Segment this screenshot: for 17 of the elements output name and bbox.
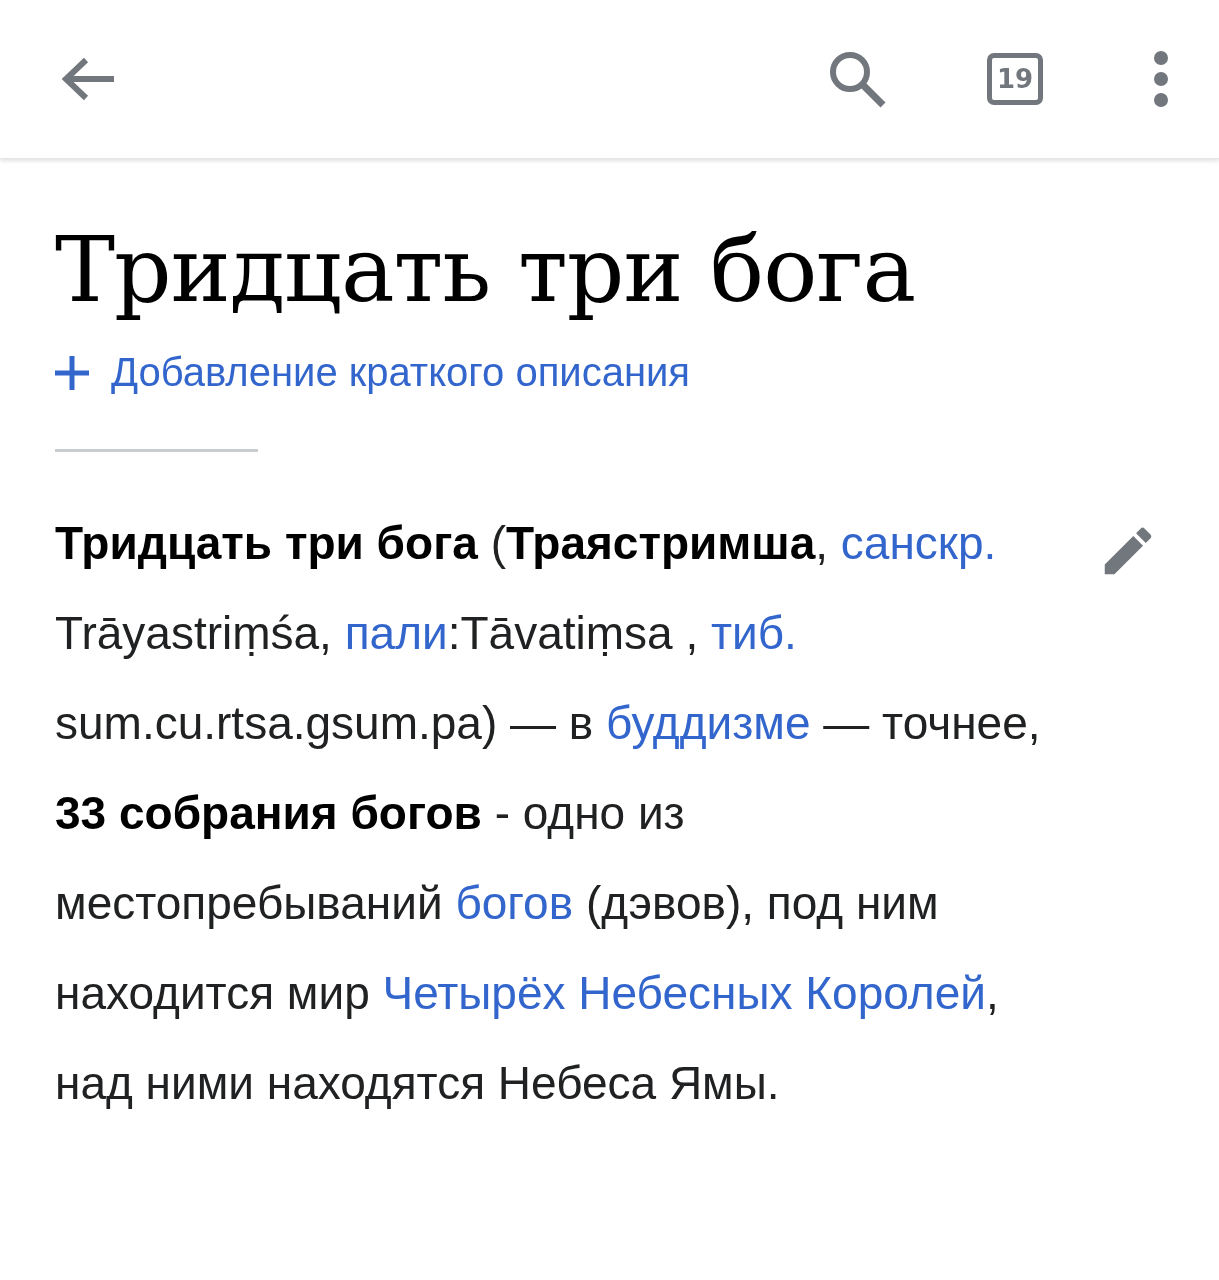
article-link[interactable]: тиб. (711, 607, 797, 659)
article-link[interactable]: богов (455, 877, 574, 929)
article-link[interactable]: санскр. (840, 517, 997, 569)
add-description-link[interactable]: Добавление краткого описания (55, 350, 691, 395)
article-title: Тридцать три бога (55, 217, 917, 322)
back-arrow-icon (60, 56, 116, 102)
search-button[interactable] (827, 49, 887, 109)
more-menu-button[interactable] (1153, 51, 1169, 107)
article-link[interactable]: пали (344, 607, 448, 659)
plus-icon (55, 355, 89, 390)
back-button[interactable] (60, 56, 116, 102)
more-vertical-icon (1153, 51, 1169, 107)
article-link[interactable]: буддизме (606, 697, 811, 749)
tabs-count-button[interactable]: 19 (987, 53, 1043, 105)
article-link[interactable]: Четырёх Небесных Королей (382, 967, 986, 1019)
article-paragraph: Тридцать три бога (Траястримша, санскр. Trāyastriṃśa, пали:Tāvatiṃsa , тиб. sum.cu.rtsa.gsum.pa) — в буддизме — точнее, 33 собрания богов - одно из местопребываний богов (дэвов), под ним находится мир Четырёх Небесных Королей, над ними находятся Небеса Ямы. (55, 516, 1042, 1111)
search-icon (827, 49, 887, 109)
